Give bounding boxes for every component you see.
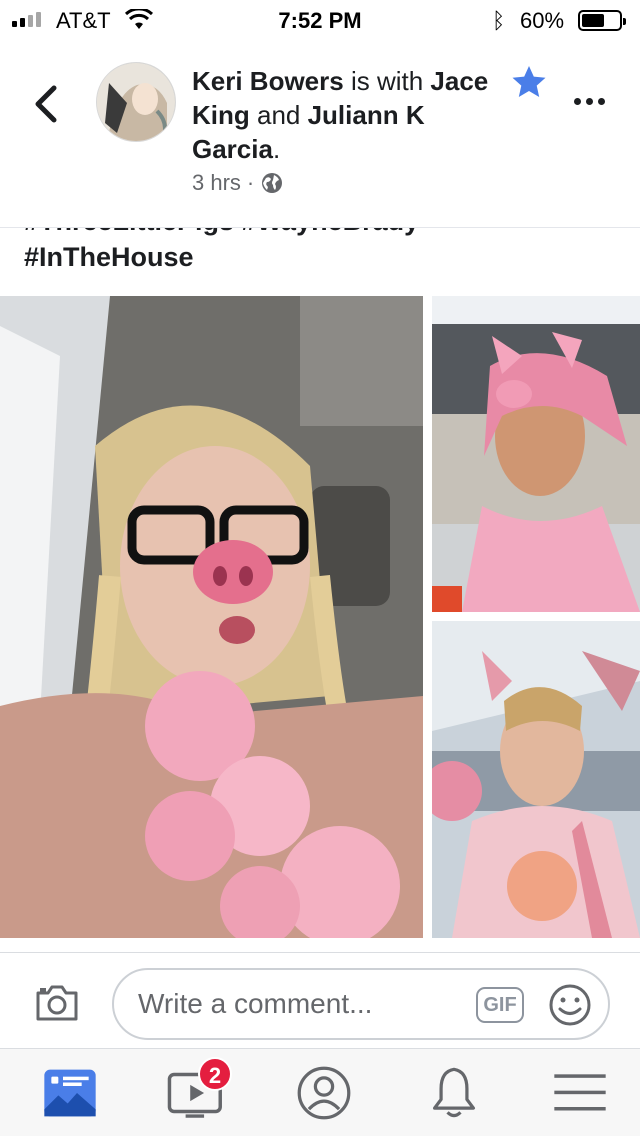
globe-icon [262, 173, 283, 193]
photo-top-right-image [432, 296, 640, 612]
meta-separator: · [246, 170, 255, 195]
battery-percent: 60% [520, 8, 565, 33]
status-bar: AT&T 7:52 PM ᛒ 60% [0, 0, 640, 40]
bell-icon[interactable] [424, 1065, 484, 1121]
comment-placeholder: Write a comment... [138, 988, 373, 1019]
with-connector: is with [343, 66, 431, 96]
and-connector: and [249, 100, 308, 130]
photo-top-right[interactable] [432, 296, 640, 612]
comment-input[interactable]: Write a comment... GIF [112, 968, 610, 1040]
profile-icon[interactable] [294, 1065, 354, 1121]
avatar[interactable] [96, 62, 176, 142]
news-feed-icon[interactable] [40, 1065, 100, 1121]
star-icon[interactable] [510, 64, 548, 100]
hamburger-icon[interactable] [550, 1065, 610, 1121]
chevron-left-icon[interactable] [30, 84, 64, 124]
post-header: Keri Bowers is with Jace King and Julian… [0, 40, 640, 228]
camera-icon[interactable] [34, 983, 80, 1023]
battery-icon [578, 10, 626, 31]
post-headline: Keri Bowers is with Jace King and Julian… [192, 64, 502, 166]
more-dots-icon[interactable] [574, 98, 605, 105]
comment-bar: Write a comment... GIF [0, 952, 640, 1048]
photo-main[interactable] [0, 296, 423, 938]
hashtag-link[interactable]: #InTheHouse [24, 242, 194, 273]
photo-bottom-right[interactable] [432, 621, 640, 938]
post-text-cut-line: #ThreeLittlePigs #WayneBrady [24, 228, 419, 237]
photo-main-image [0, 296, 423, 938]
gif-button[interactable]: GIF [476, 987, 524, 1023]
avatar-artwork [97, 63, 175, 141]
post-text: #ThreeLittlePigs #WayneBrady #InTheHouse [24, 228, 624, 298]
photo-bottom-right-image [432, 621, 640, 938]
author-name[interactable]: Keri Bowers [192, 66, 344, 96]
headline-period: . [272, 134, 281, 164]
smiley-icon[interactable] [548, 983, 592, 1027]
bluetooth-icon: ᛒ [492, 8, 506, 33]
post-meta: 3 hrs · [192, 170, 284, 196]
tab-bar: 2 [0, 1048, 640, 1136]
post-time[interactable]: 3 hrs [192, 170, 241, 196]
notification-badge: 2 [198, 1057, 232, 1091]
